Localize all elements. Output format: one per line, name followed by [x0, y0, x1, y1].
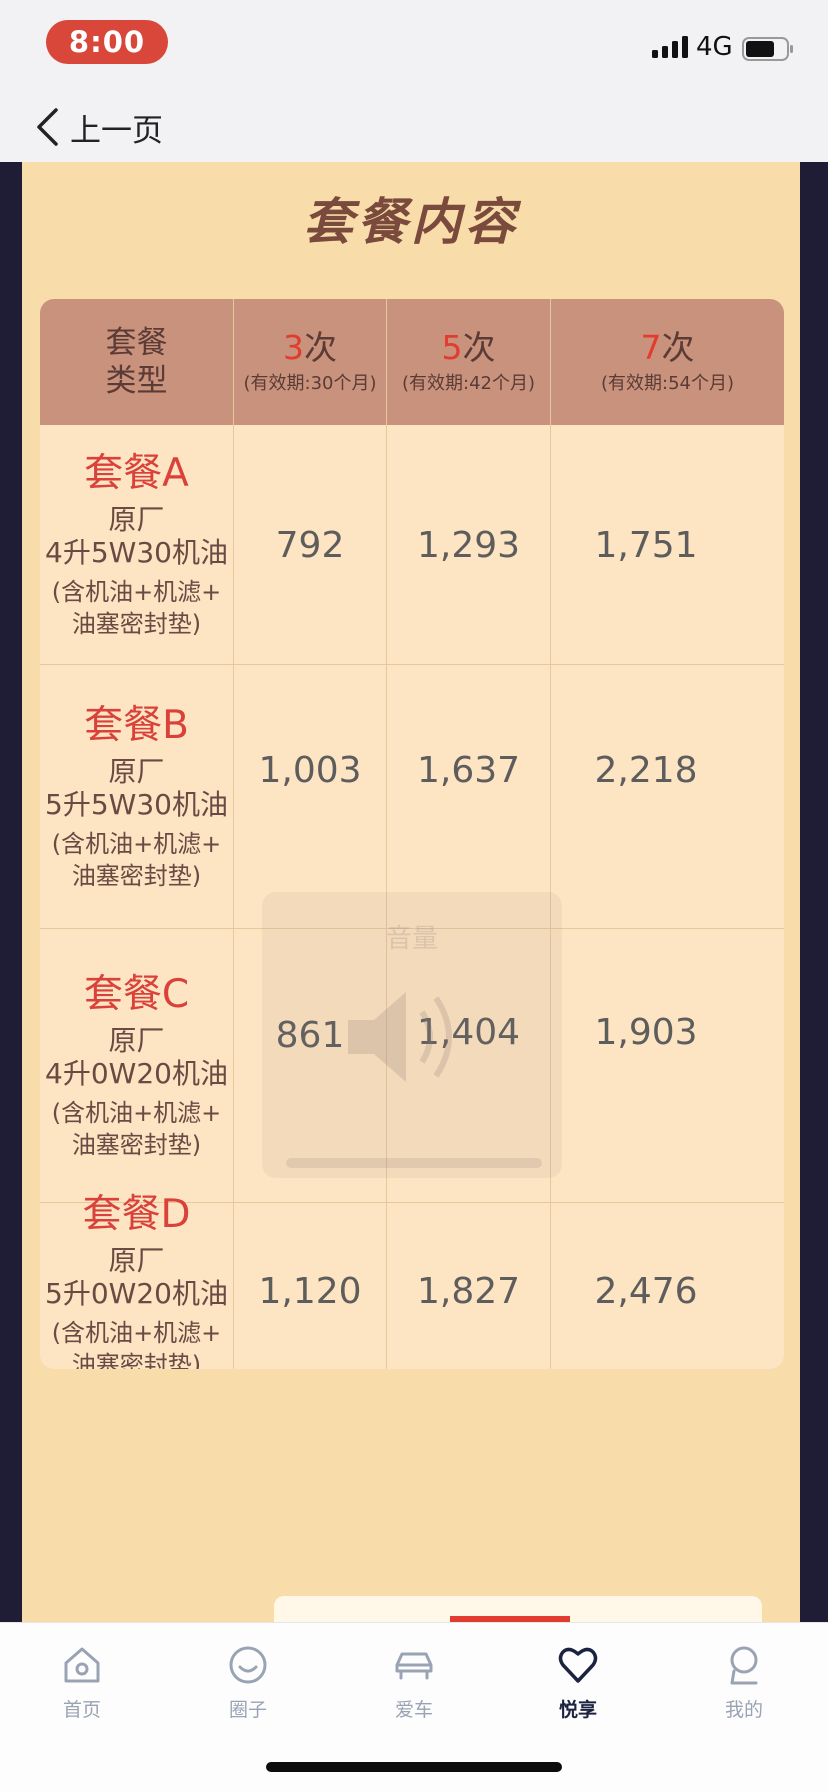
package-origin: 原厂	[108, 755, 165, 788]
package-oil: 4升5W30机油	[45, 536, 228, 569]
content-area[interactable]: 套餐内容 套餐 类型 3次 (有效期:30个月) 5次 (有效期:42个月) 7…	[0, 162, 828, 1622]
package-name: 套餐A	[84, 451, 189, 496]
user-icon	[730, 1646, 758, 1685]
price-d-3: 1,120	[258, 1270, 362, 1312]
tab-label: 悦享	[558, 1699, 597, 1721]
header-col-7: 7次 (有效期:54个月)	[551, 299, 784, 425]
package-name: 套餐D	[82, 1192, 191, 1237]
tab-circle[interactable]: 圈子	[188, 1643, 308, 1733]
price-d-5: 1,827	[416, 1270, 521, 1312]
battery-icon	[742, 37, 793, 61]
header-unit: 次	[304, 328, 337, 367]
header-col-3: 3次 (有效期:30个月)	[234, 299, 386, 425]
package-oil: 4升0W20机油	[45, 1057, 228, 1090]
network-label: 4G	[696, 32, 733, 62]
package-note: (含机油+机滤+ 油塞密封垫)	[51, 578, 222, 638]
price-b-3: 1,003	[258, 749, 362, 791]
section-title: 套餐内容	[303, 193, 519, 251]
package-origin: 原厂	[108, 503, 165, 536]
package-note: (含机油+机滤+ 油塞密封垫)	[51, 830, 222, 890]
price-b-7: 2,218	[594, 749, 698, 791]
tab-car[interactable]: 爱车	[354, 1643, 474, 1733]
home-indicator[interactable]	[266, 1762, 562, 1772]
nav-bar: 上一页	[0, 92, 828, 162]
header-count: 5	[441, 328, 463, 367]
header-type-line-2: 类型	[105, 363, 168, 399]
header-type-line-1: 套餐	[105, 325, 168, 361]
package-name: 套餐C	[83, 972, 190, 1017]
tab-mine[interactable]: 我的	[684, 1643, 804, 1733]
chevron-left-icon	[37, 108, 58, 146]
status-time[interactable]: 8:00	[46, 20, 168, 64]
tab-label: 首页	[62, 1699, 101, 1721]
signal-icon	[652, 36, 688, 58]
package-c-cell: 套餐C 原厂 4升0W20机油 (含机油+机滤+ 油塞密封垫)	[40, 929, 233, 1203]
package-a-cell: 套餐A 原厂 4升5W30机油 (含机油+机滤+ 油塞密封垫)	[40, 425, 233, 665]
promo-banner[interactable]	[274, 1596, 762, 1622]
tab-label: 我的	[724, 1699, 763, 1721]
header-col-5: 5次 (有效期:42个月)	[387, 299, 550, 425]
price-a-7: 1,751	[594, 524, 698, 566]
volume-title: 音量	[385, 924, 438, 954]
price-a-3: 792	[275, 524, 345, 566]
header-unit: 次	[462, 328, 496, 367]
smiley-icon	[229, 1646, 267, 1684]
heart-icon	[558, 1647, 598, 1683]
package-origin: 原厂	[108, 1244, 165, 1277]
tab-home[interactable]: 首页	[22, 1643, 142, 1733]
header-validity: (有效期:42个月)	[401, 373, 535, 394]
header-unit: 次	[661, 328, 695, 367]
car-icon	[395, 1652, 433, 1680]
header-count: 7	[640, 328, 662, 367]
price-d-7: 2,476	[594, 1270, 698, 1312]
package-name: 套餐B	[84, 703, 189, 748]
price-table: 套餐 类型 3次 (有效期:30个月) 5次 (有效期:42个月) 7次 (有效…	[40, 299, 784, 1369]
price-a-5: 1,293	[416, 524, 521, 566]
header-package-type: 套餐 类型	[40, 299, 233, 425]
speaker-icon	[348, 992, 452, 1082]
package-note: (含机油+机滤+ 油塞密封垫)	[51, 1099, 222, 1159]
package-b-cell: 套餐B 原厂 5升5W30机油 (含机油+机滤+ 油塞密封垫)	[40, 665, 233, 929]
price-b-5: 1,637	[416, 749, 521, 791]
tab-enjoy[interactable]: 悦享	[518, 1643, 638, 1733]
header-validity: (有效期:54个月)	[600, 373, 734, 394]
header-validity: (有效期:30个月)	[243, 373, 377, 394]
home-icon	[64, 1647, 100, 1683]
tab-label: 爱车	[394, 1699, 433, 1721]
package-d-cell: 套餐D 原厂 5升0W20机油 (含机油+机滤+ 油塞密封垫)	[40, 1192, 233, 1369]
package-note: (含机油+机滤+ 油塞密封垫)	[51, 1319, 222, 1369]
status-bar: 8:00 4G	[0, 0, 828, 92]
package-origin: 原厂	[108, 1024, 165, 1057]
package-oil: 5升5W30机油	[45, 788, 228, 821]
price-c-7: 1,903	[594, 1011, 698, 1053]
package-oil: 5升0W20机油	[45, 1277, 228, 1310]
header-count: 3	[283, 328, 304, 367]
back-button[interactable]: 上一页	[34, 92, 163, 162]
table-header: 套餐 类型 3次 (有效期:30个月) 5次 (有效期:42个月) 7次 (有效…	[40, 299, 784, 425]
volume-track	[286, 1158, 542, 1168]
back-label: 上一页	[70, 112, 163, 149]
tab-label: 圈子	[228, 1699, 267, 1721]
volume-hud: 音量	[262, 892, 562, 1178]
